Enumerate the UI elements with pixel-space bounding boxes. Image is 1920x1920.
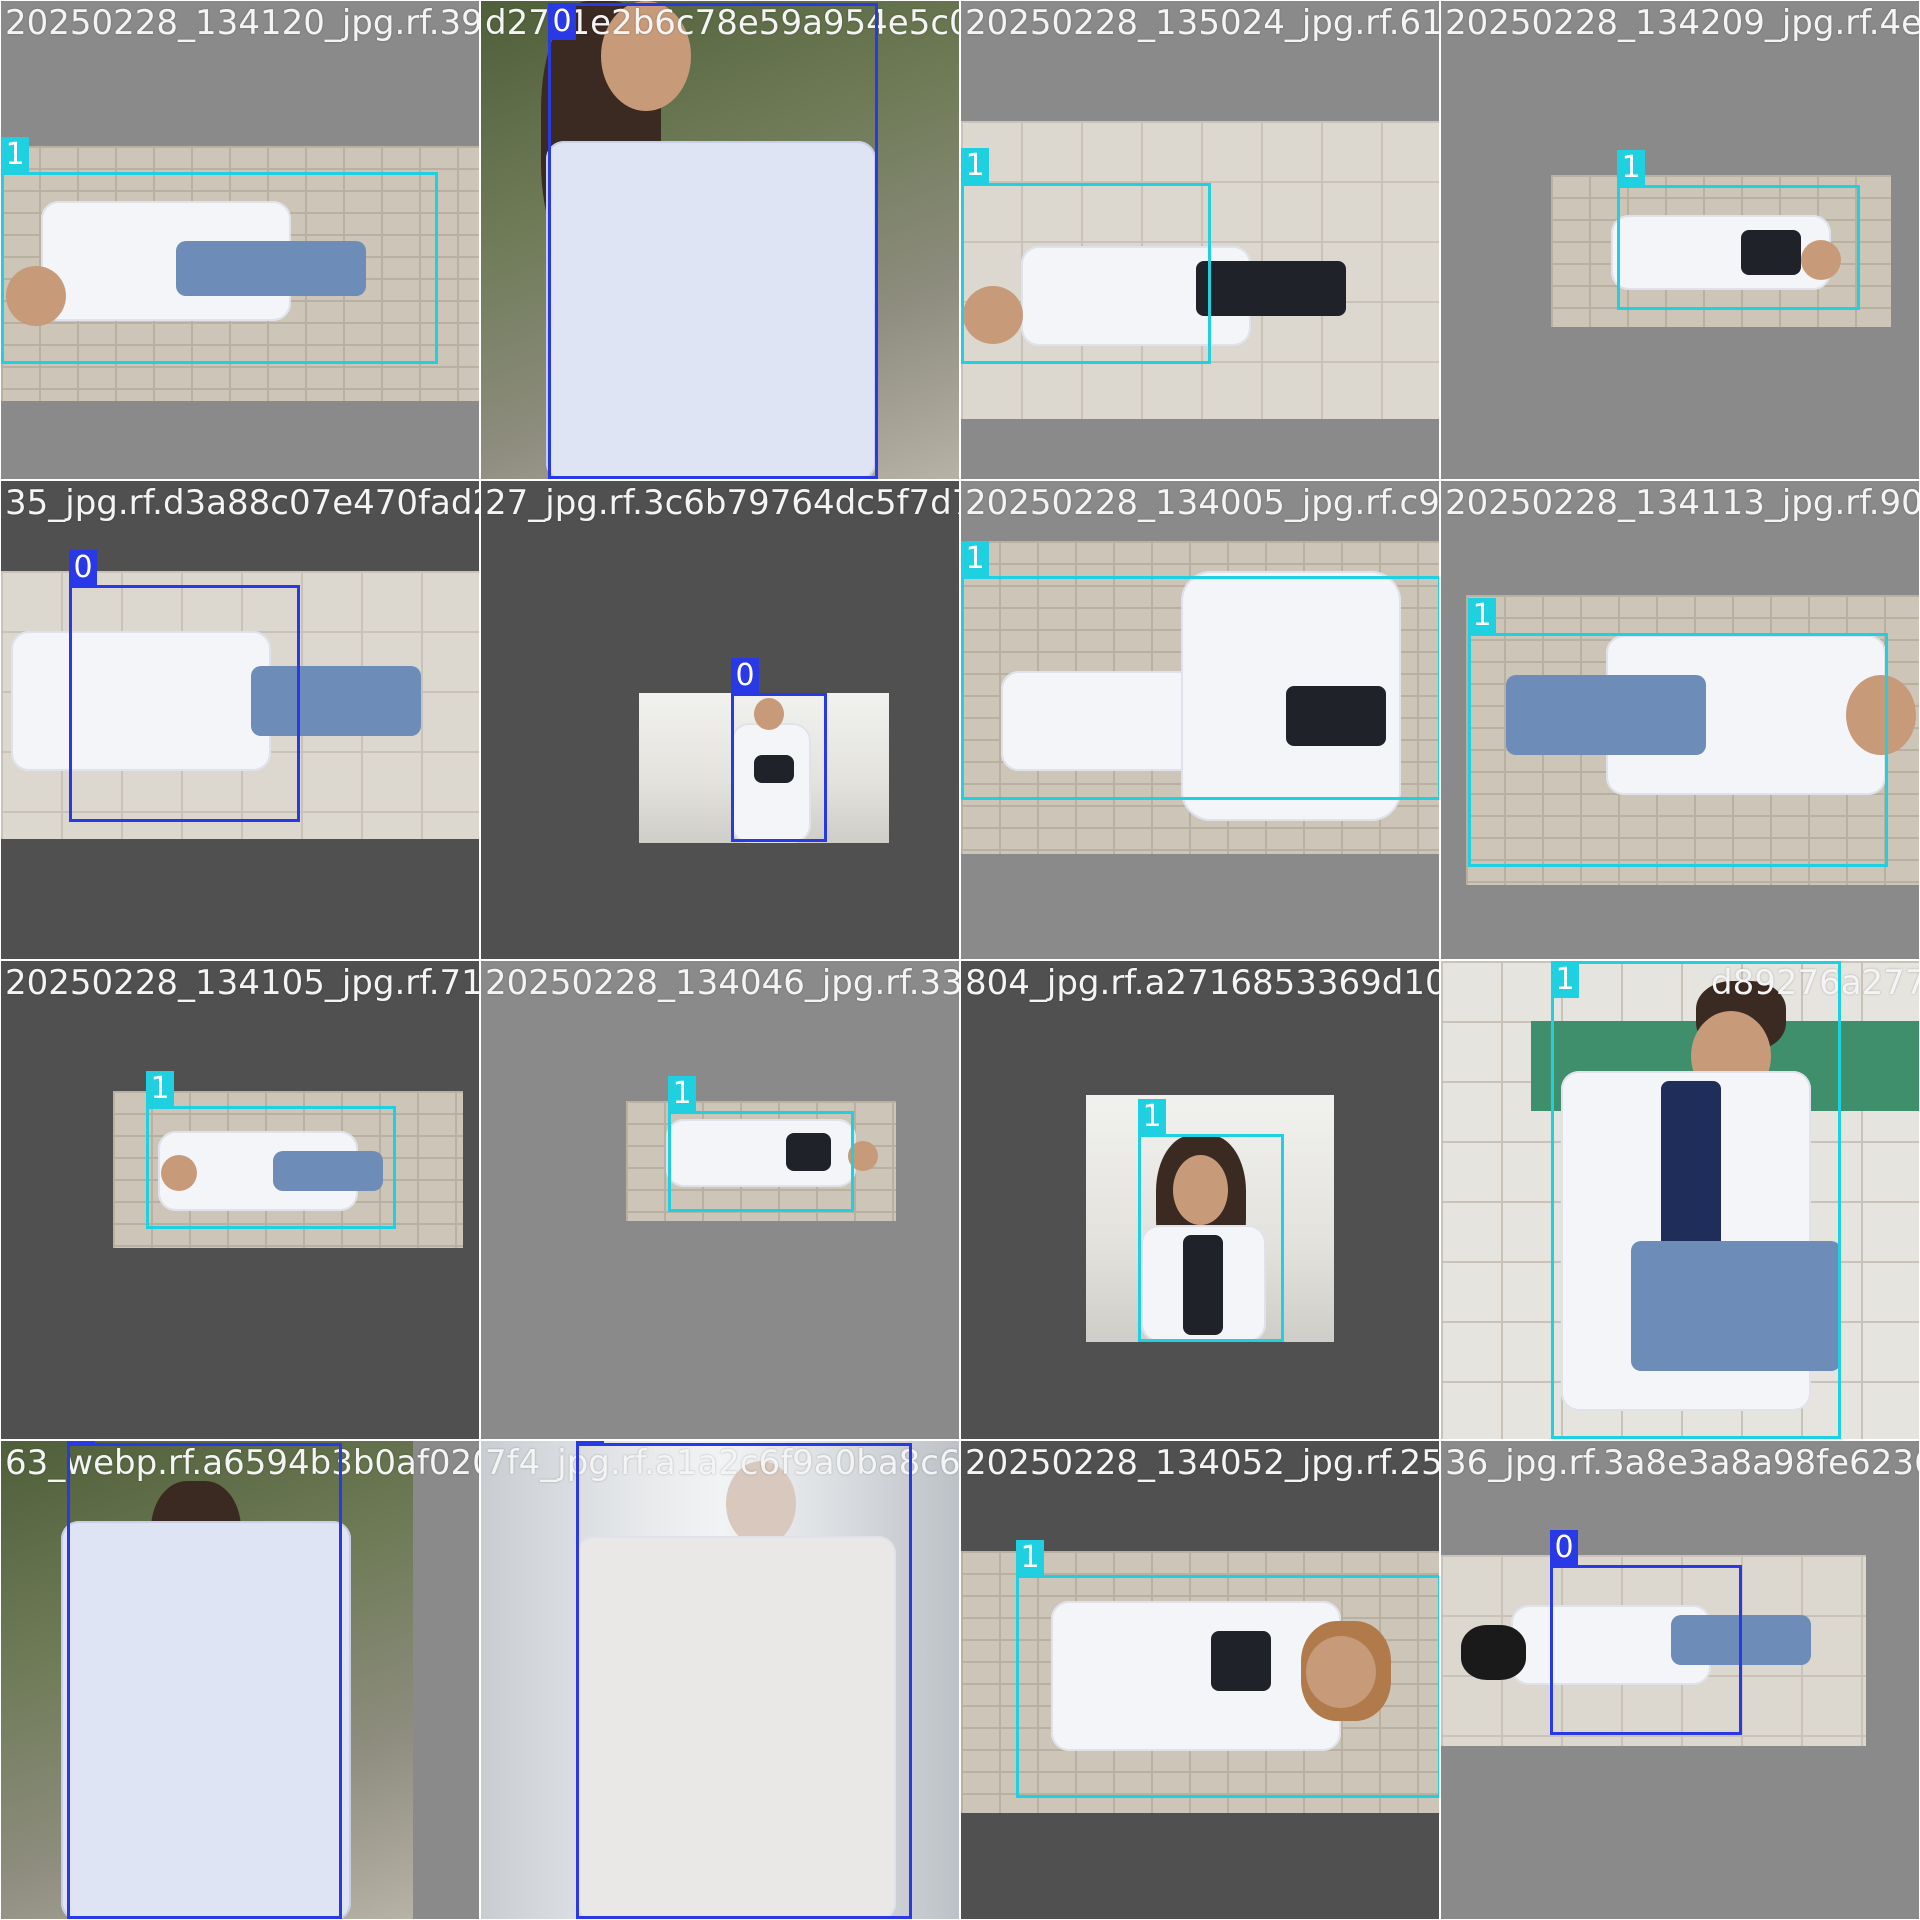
class-id-tag: 1	[961, 541, 989, 577]
mosaic-tile: 63_webp.rf.a6594b3b0af0200 0	[0, 1440, 480, 1920]
bounding-box[interactable]: 1	[146, 1071, 396, 1229]
mosaic-tile: d27c1e2b6c78e59a954e5c0d 0	[480, 0, 960, 480]
tile-filename-label: 20250228_134105_jpg.rf.71	[5, 963, 480, 1003]
tile-filename-label: 20250228_134005_jpg.rf.c9bd0c7a23d	[965, 483, 1440, 523]
bounding-box[interactable]: 1	[1016, 1540, 1439, 1798]
tile-filename-label: 20250228_134120_jpg.rf.39d67c1e2b6c78e59…	[5, 3, 479, 43]
class-id-tag: 1	[961, 148, 989, 184]
bounding-box[interactable]: 0	[1550, 1530, 1742, 1735]
bounding-box[interactable]: 1	[961, 541, 1439, 800]
training-batch-mosaic: 20250228_134120_jpg.rf.39d67c1e2b6c78e59…	[0, 0, 1920, 1920]
class-id-tag: 0	[1550, 1530, 1578, 1566]
mosaic-tile: 20250228_134113_jpg.rf.90 1	[1440, 480, 1920, 960]
tile-filename-label: 20250228_134052_jpg.rf.25	[965, 1443, 1440, 1483]
mosaic-tile: 20250228_134120_jpg.rf.39d67c1e2b6c78e59…	[0, 0, 480, 480]
mosaic-tile: 36_jpg.rf.3a8e3a8a98fe6236 0	[1440, 1440, 1920, 1920]
bounding-box[interactable]: 1	[1138, 1099, 1284, 1342]
mosaic-tile: 804_jpg.rf.a2716853369d102c0 1	[960, 960, 1440, 1440]
mosaic-tile: 20250228_134052_jpg.rf.25 1	[960, 1440, 1440, 1920]
class-id-tag: 0	[69, 550, 97, 586]
tile-filename-label: 804_jpg.rf.a2716853369d102c0	[965, 963, 1439, 1003]
class-id-tag: 1	[1138, 1099, 1166, 1135]
class-id-tag: 1	[1, 137, 29, 173]
class-id-tag: 0	[576, 1441, 604, 1444]
mosaic-tile: 20250228_135024_jpg.rf.613d0a8d30819 1	[960, 0, 1440, 480]
mosaic-tile: 20250228_134209_jpg.rf.4e 1	[1440, 0, 1920, 480]
bounding-box[interactable]: 1	[1551, 961, 1841, 1439]
class-id-tag: 0	[731, 658, 759, 694]
mosaic-tile: 20250228_134105_jpg.rf.71 1	[0, 960, 480, 1440]
class-id-tag: 1	[1617, 150, 1645, 186]
class-id-tag: 1	[1551, 962, 1579, 998]
tile-filename-label: 20250228_134209_jpg.rf.4e	[1445, 3, 1920, 43]
tile-filename-label: 27_jpg.rf.3c6b79764dc5f7d7f79d5f2a1	[485, 483, 960, 523]
class-id-tag: 1	[1016, 1540, 1044, 1576]
mosaic-tile: 27_jpg.rf.3c6b79764dc5f7d7f79d5f2a1 0	[480, 480, 960, 960]
class-id-tag: 0	[548, 4, 576, 40]
tile-filename-label: 36_jpg.rf.3a8e3a8a98fe6236	[1445, 1443, 1920, 1483]
mosaic-tile: 7f4_jpg.rf.a1a2c6f9a0ba8c6038 0	[480, 1440, 960, 1920]
bounding-box[interactable]: 1	[1468, 598, 1888, 867]
bounding-box[interactable]: 1	[668, 1076, 854, 1212]
bounding-box[interactable]: 1	[1617, 150, 1860, 310]
tile-filename-label: 20250228_134046_jpg.rf.33c	[485, 963, 960, 1003]
bounding-box[interactable]: 0	[67, 1441, 342, 1919]
mosaic-tile: d89276a277 1	[1440, 960, 1920, 1440]
bounding-box[interactable]: 0	[731, 658, 827, 842]
mosaic-tile: 20250228_134005_jpg.rf.c9bd0c7a23d 1	[960, 480, 1440, 960]
class-id-tag: 1	[146, 1071, 174, 1107]
bounding-box[interactable]: 0	[69, 550, 300, 822]
class-id-tag: 1	[668, 1076, 696, 1112]
tile-filename-label: 20250228_134113_jpg.rf.90	[1445, 483, 1920, 523]
class-id-tag: 0	[67, 1441, 95, 1444]
mosaic-tile: 35_jpg.rf.d3a88c07e470fad280c2feb36eb37 …	[0, 480, 480, 960]
mosaic-tile: 20250228_134046_jpg.rf.33c 1	[480, 960, 960, 1440]
bounding-box[interactable]: 1	[1, 137, 438, 364]
class-id-tag: 1	[1468, 598, 1496, 634]
bounding-box[interactable]: 0	[576, 1441, 912, 1919]
tile-filename-label: 20250228_135024_jpg.rf.613d0a8d30819	[965, 3, 1439, 43]
bounding-box[interactable]: 1	[961, 148, 1211, 364]
bounding-box[interactable]: 0	[548, 3, 878, 479]
tile-filename-label: 35_jpg.rf.d3a88c07e470fad280c2feb36eb37	[5, 483, 479, 523]
